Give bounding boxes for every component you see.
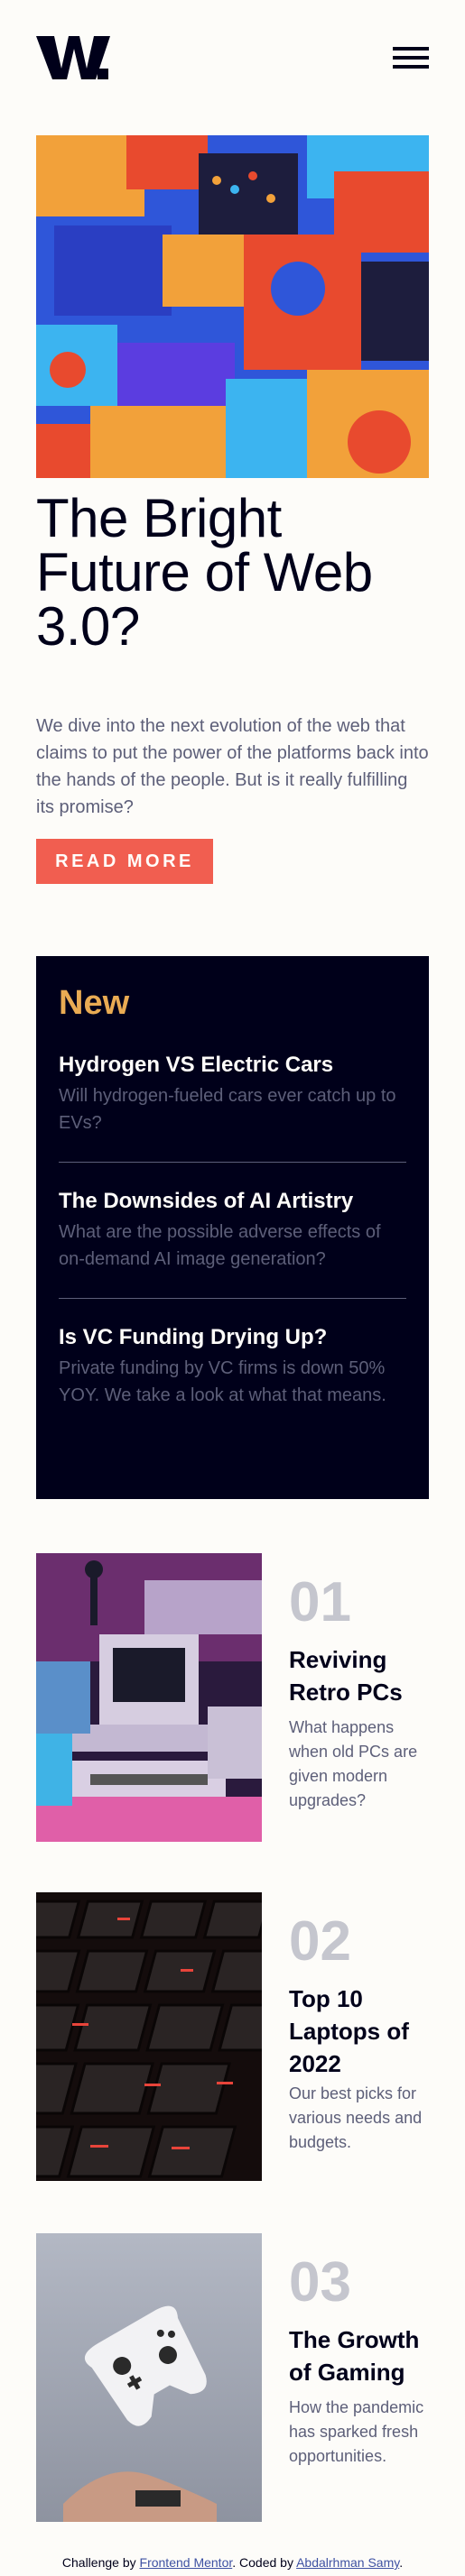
- logo-mark: [36, 36, 110, 79]
- footer-prefix: Challenge by: [61, 2555, 140, 2570]
- new-item: The Downsides of AI Artistry What are th…: [59, 1188, 406, 1273]
- article-number: 02: [289, 1910, 351, 1973]
- hero-description: We dive into the next evolution of the w…: [36, 716, 429, 817]
- new-item-description: Private funding by VC firms is down 50% …: [59, 1358, 386, 1405]
- author-link[interactable]: Abdalrhman Samy: [296, 2555, 399, 2570]
- new-item-description: What are the possible adverse effects of…: [59, 1222, 381, 1269]
- article-title[interactable]: The Growth of Gaming: [289, 2323, 429, 2388]
- article-title[interactable]: Top 10 Laptops of 2022: [289, 1983, 429, 2080]
- laptop-keyboard-image: [36, 1892, 262, 2181]
- retro-pc-image: [36, 1553, 262, 1842]
- hero-image: [36, 135, 429, 478]
- frontend-mentor-link[interactable]: Frontend Mentor: [140, 2555, 233, 2570]
- footer-middle: . Coded by: [232, 2555, 297, 2570]
- page: The Bright Future of Web 3.0? We dive in…: [0, 0, 465, 2576]
- new-panel-title: New: [59, 984, 130, 1022]
- new-item: Is VC Funding Drying Up? Private funding…: [59, 1324, 406, 1409]
- article-description: Our best picks for various needs and bud…: [289, 2084, 423, 2151]
- new-item-title[interactable]: The Downsides of AI Artistry: [59, 1188, 406, 1215]
- article-number: 03: [289, 2251, 351, 2314]
- new-item: Hydrogen VS Electric Cars Will hydrogen-…: [59, 1052, 406, 1136]
- new-item-title[interactable]: Hydrogen VS Electric Cars: [59, 1052, 406, 1079]
- site-header: [36, 36, 429, 81]
- new-panel: New Hydrogen VS Electric Cars Will hydro…: [36, 956, 429, 1499]
- hero-title: The Bright Future of Web 3.0?: [36, 488, 373, 657]
- new-item-description: Will hydrogen-fueled cars ever catch up …: [59, 1086, 396, 1133]
- divider: [59, 1162, 406, 1163]
- read-more-button[interactable]: READ MORE: [36, 839, 213, 884]
- article-card: 02 Top 10 Laptops of 2022 Our best picks…: [36, 1892, 429, 2181]
- attribution-footer: Challenge by Frontend Mentor. Coded by A…: [0, 2554, 465, 2571]
- article-card: 03 The Growth of Gaming How the pandemic…: [36, 2233, 429, 2522]
- article-number: 01: [289, 1571, 351, 1633]
- article-card: 01 Reviving Retro PCs What happens when …: [36, 1553, 429, 1842]
- footer-suffix: .: [399, 2555, 404, 2570]
- article-title[interactable]: Reviving Retro PCs: [289, 1643, 429, 1708]
- gaming-controller-image: [36, 2233, 262, 2522]
- new-item-title[interactable]: Is VC Funding Drying Up?: [59, 1324, 406, 1351]
- logo[interactable]: [36, 36, 110, 86]
- divider: [59, 1298, 406, 1299]
- article-description: How the pandemic has sparked fresh oppor…: [289, 2398, 424, 2465]
- article-description: What happens when old PCs are given mode…: [289, 1718, 418, 1809]
- hamburger-menu-icon[interactable]: [393, 47, 429, 70]
